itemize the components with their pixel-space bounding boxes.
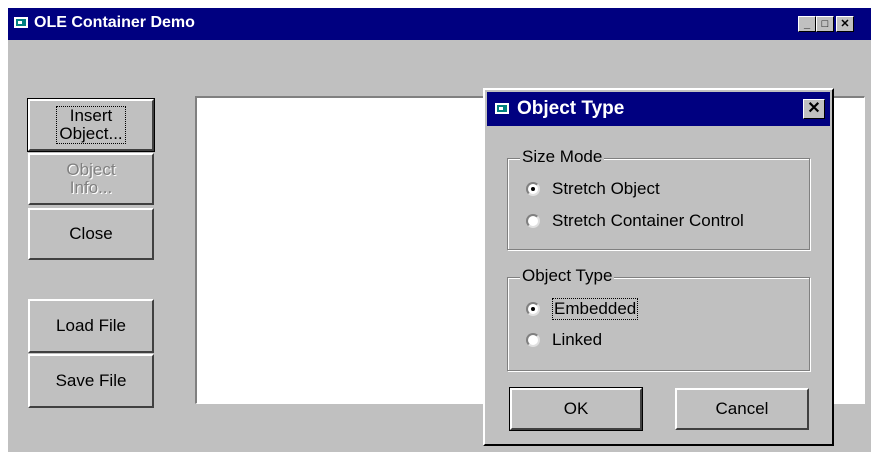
radio-stretch-object[interactable]: Stretch Object: [526, 179, 660, 199]
dialog-title-bar[interactable]: Object Type ✕: [487, 92, 830, 126]
maximize-button[interactable]: □: [816, 16, 834, 32]
radio-unchecked-icon: [526, 333, 540, 347]
radio-stretch-container-label: Stretch Container Control: [552, 211, 744, 230]
radio-stretch-object-label: Stretch Object: [552, 179, 660, 198]
dialog-close-button[interactable]: ✕: [803, 99, 825, 119]
title-bar[interactable]: OLE Container Demo _ □ ✕: [8, 8, 871, 40]
window-title: OLE Container Demo: [34, 14, 195, 31]
app-icon: [14, 17, 28, 28]
close-icon: ✕: [840, 18, 850, 30]
object-info-button[interactable]: Object Info...: [28, 153, 154, 205]
ok-button[interactable]: OK: [509, 387, 643, 431]
radio-stretch-container[interactable]: Stretch Container Control: [526, 211, 744, 231]
size-mode-group: Size Mode Stretch Object Stretch Contain…: [507, 147, 810, 250]
dialog-app-icon: [495, 103, 509, 114]
radio-linked[interactable]: Linked: [526, 330, 602, 350]
size-mode-label: Size Mode: [520, 147, 605, 167]
close-icon: ✕: [807, 100, 821, 117]
radio-unchecked-icon: [526, 214, 540, 228]
radio-checked-icon: [526, 302, 540, 316]
load-file-label: Load File: [56, 316, 126, 335]
load-file-button[interactable]: Load File: [28, 299, 154, 353]
save-file-button[interactable]: Save File: [28, 354, 154, 408]
insert-object-label: Insert Object...: [56, 106, 126, 144]
save-file-label: Save File: [55, 371, 127, 390]
object-type-dialog: Object Type ✕ Size Mode Stretch Object S…: [483, 88, 834, 446]
close-window-button[interactable]: ✕: [836, 16, 854, 32]
dialog-title: Object Type: [517, 98, 625, 119]
ok-label: OK: [563, 399, 589, 418]
radio-linked-label: Linked: [552, 330, 603, 349]
main-window: OLE Container Demo _ □ ✕ Insert Object..…: [8, 8, 871, 452]
object-info-label: Object Info...: [66, 160, 116, 197]
close-button-label: Close: [69, 224, 113, 243]
minimize-button[interactable]: _: [798, 16, 816, 32]
cancel-button[interactable]: Cancel: [675, 388, 809, 430]
radio-embedded[interactable]: Embedded: [526, 298, 639, 320]
object-type-label: Object Type: [520, 266, 615, 286]
object-type-group: Object Type Embedded Linked: [507, 266, 810, 371]
maximize-icon: □: [821, 18, 829, 30]
radio-embedded-label: Embedded: [552, 298, 639, 320]
insert-object-button[interactable]: Insert Object...: [27, 98, 155, 152]
minimize-icon: _: [803, 18, 811, 30]
close-button[interactable]: Close: [28, 208, 154, 260]
radio-checked-icon: [526, 182, 540, 196]
cancel-label: Cancel: [715, 399, 769, 418]
